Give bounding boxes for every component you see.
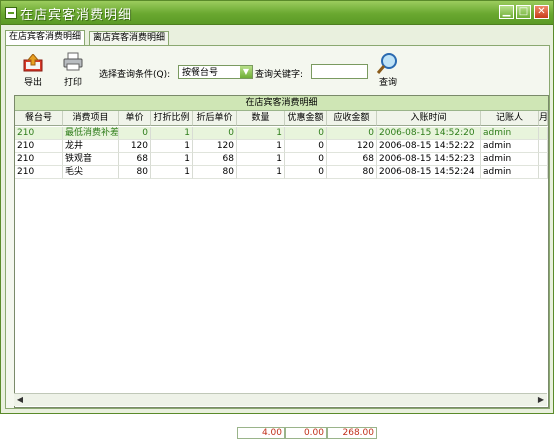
cell-discount-amount: 0 xyxy=(285,127,327,140)
col-header-discount-amount[interactable]: 优惠金额 xyxy=(285,111,327,126)
cell-quantity: 1 xyxy=(237,140,285,153)
cell-discount-rate: 1 xyxy=(151,166,193,179)
cell-receivable: 0 xyxy=(327,127,377,140)
main-window: 在店宾客消费明细 ▁ □ ✕ 在店宾客消费明细 离店宾客消费明细 导出 打印 选… xyxy=(0,0,554,439)
cell-discounted-price: 68 xyxy=(193,153,237,166)
query-button[interactable]: 查询 xyxy=(374,52,402,88)
cell-empty xyxy=(539,140,548,153)
minimize-button[interactable]: ▁ xyxy=(499,5,514,19)
cell-discounted-price: 80 xyxy=(193,166,237,179)
table-row[interactable]: 210 龙井 120 1 120 1 0 120 2006-08-15 14:52:22 admi… xyxy=(15,140,548,153)
col-header-quantity[interactable]: 数量 xyxy=(237,111,285,126)
cell-discount-rate: 1 xyxy=(151,127,193,140)
cell-empty xyxy=(539,127,548,140)
cell-receivable: 120 xyxy=(327,140,377,153)
cell-recorder: admin xyxy=(481,153,539,166)
cell-price: 0 xyxy=(119,127,151,140)
close-icon: ✕ xyxy=(537,6,546,17)
table-row[interactable]: 210 铁观音 68 1 68 1 0 68 2006-08-15 14:52:23 admin xyxy=(15,153,548,166)
cell-table-no: 210 xyxy=(15,140,63,153)
col-header-price[interactable]: 单价 xyxy=(119,111,151,126)
cell-recorder: admin xyxy=(481,166,539,179)
col-header-discount-rate[interactable]: 打折比例 xyxy=(151,111,193,126)
table-row[interactable]: 210 毛尖 80 1 80 1 0 80 2006-08-15 14:52:24 admin xyxy=(15,166,548,179)
cell-empty xyxy=(539,153,548,166)
cell-table-no: 210 xyxy=(15,153,63,166)
cell-discount-amount: 0 xyxy=(285,166,327,179)
cell-recorder: admin xyxy=(481,140,539,153)
cell-entry-time: 2006-08-15 14:52:23 xyxy=(377,153,481,166)
cell-quantity: 1 xyxy=(237,166,285,179)
col-header-receivable[interactable]: 应收金额 xyxy=(327,111,377,126)
tab-panel: 导出 打印 选择查询条件(Q): 按餐台号 ▼ 查询关键字: 查询 在店宾客消费… xyxy=(5,45,550,439)
cell-entry-time: 2006-08-15 14:52:22 xyxy=(377,140,481,153)
cell-receivable: 68 xyxy=(327,153,377,166)
scroll-right-icon[interactable]: ▶ xyxy=(535,394,547,406)
cell-discount-amount: 0 xyxy=(285,153,327,166)
table-row[interactable]: 210 最低消费补差 0 1 0 1 0 0 2006-08-15 14:52:20 admin xyxy=(15,127,548,140)
cell-price: 80 xyxy=(119,166,151,179)
print-button[interactable]: 打印 xyxy=(60,52,86,88)
total-discount: 0.00 xyxy=(285,427,327,439)
cell-discount-rate: 1 xyxy=(151,140,193,153)
cell-receivable: 80 xyxy=(327,166,377,179)
query-label: 查询 xyxy=(378,78,397,88)
col-header-item[interactable]: 消费项目 xyxy=(63,111,119,126)
cell-discounted-price: 120 xyxy=(193,140,237,153)
minimize-icon: ▁ xyxy=(502,6,511,17)
cell-item: 毛尖 xyxy=(63,166,119,179)
title-bar[interactable]: 在店宾客消费明细 ▁ □ ✕ xyxy=(1,1,553,25)
cell-discounted-price: 0 xyxy=(193,127,237,140)
total-quantity: 4.00 xyxy=(237,427,285,439)
tab-checked-out[interactable]: 离店宾客消费明细 xyxy=(89,31,170,45)
window-title: 在店宾客消费明细 xyxy=(20,8,133,23)
cell-discount-rate: 1 xyxy=(151,153,193,166)
cell-quantity: 1 xyxy=(237,127,285,140)
col-header-discounted-price[interactable]: 折后单价 xyxy=(193,111,237,126)
cell-discount-amount: 0 xyxy=(285,140,327,153)
scroll-left-icon[interactable]: ◀ xyxy=(14,394,26,406)
cell-price: 68 xyxy=(119,153,151,166)
total-receivable: 268.00 xyxy=(327,427,377,439)
cell-recorder: admin xyxy=(481,127,539,140)
cell-item: 最低消费补差 xyxy=(63,127,119,140)
app-icon xyxy=(5,7,17,19)
close-button[interactable]: ✕ xyxy=(534,5,549,19)
export-label: 导出 xyxy=(23,78,42,88)
cell-table-no: 210 xyxy=(15,127,63,140)
cell-entry-time: 2006-08-15 14:52:20 xyxy=(377,127,481,140)
cell-table-no: 210 xyxy=(15,166,63,179)
tab-in-store[interactable]: 在店宾客消费明细 xyxy=(5,30,86,45)
cell-quantity: 1 xyxy=(237,153,285,166)
condition-value: 按餐台号 xyxy=(182,68,219,78)
horizontal-scrollbar[interactable]: ◀ ▶ xyxy=(14,393,547,406)
print-label: 打印 xyxy=(63,78,82,88)
magnifier-icon xyxy=(376,53,397,74)
condition-label: 选择查询条件(Q): xyxy=(99,70,171,80)
col-header-recorder[interactable]: 记账人 xyxy=(481,111,539,126)
table-caption: 在店宾客消费明细 xyxy=(15,96,548,111)
maximize-button[interactable]: □ xyxy=(516,5,531,19)
keyword-input[interactable] xyxy=(311,64,368,79)
col-header-overflow[interactable]: 月 xyxy=(539,111,548,126)
chevron-down-icon[interactable]: ▼ xyxy=(240,66,252,78)
keyword-label: 查询关键字: xyxy=(255,70,304,80)
condition-select[interactable]: 按餐台号 ▼ xyxy=(178,65,253,79)
cell-item: 铁观音 xyxy=(63,153,119,166)
detail-table: 在店宾客消费明细 餐台号 消费项目 单价 打折比例 折后单价 数量 优惠金额 应… xyxy=(14,95,549,439)
export-icon xyxy=(23,53,43,72)
export-button[interactable]: 导出 xyxy=(20,53,46,88)
cell-price: 120 xyxy=(119,140,151,153)
col-header-entry-time[interactable]: 入账时间 xyxy=(377,111,481,126)
cell-item: 龙井 xyxy=(63,140,119,153)
printer-icon xyxy=(63,52,83,71)
col-header-table-no[interactable]: 餐台号 xyxy=(15,111,63,126)
maximize-icon: □ xyxy=(518,6,529,17)
cell-empty xyxy=(539,166,548,179)
cell-entry-time: 2006-08-15 14:52:24 xyxy=(377,166,481,179)
